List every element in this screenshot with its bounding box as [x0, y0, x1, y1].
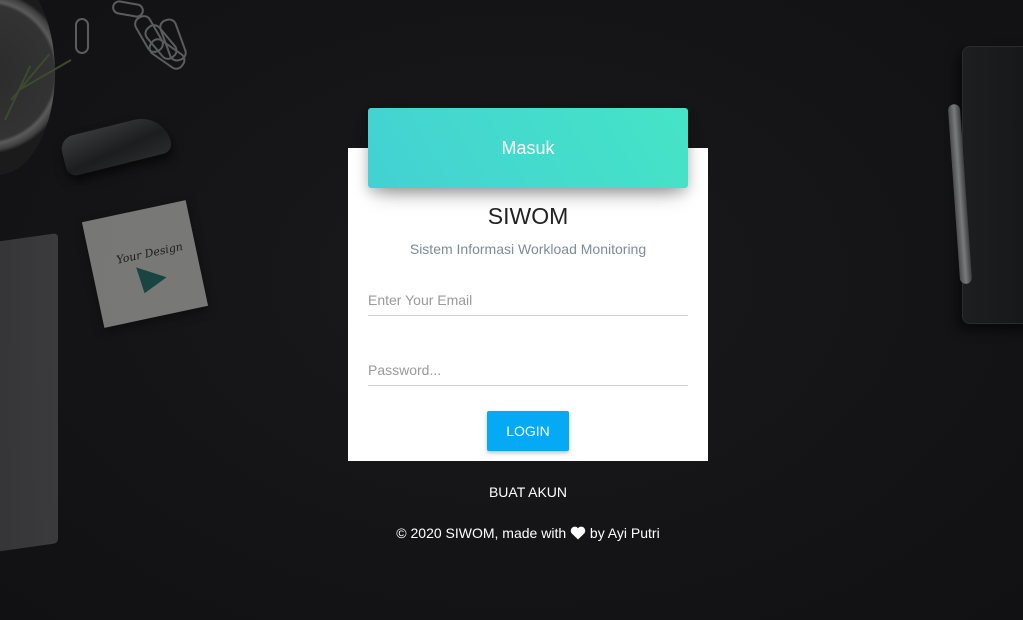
create-account-link[interactable]: BUAT AKUN — [348, 484, 708, 500]
plant-pot-decoration — [0, 0, 55, 175]
footer-suffix: by Ayi Putri — [589, 525, 660, 541]
notebook-decoration — [962, 46, 1023, 324]
password-field[interactable] — [368, 355, 688, 386]
login-page: Your Design Masuk SIWOM Sistem Informasi… — [0, 0, 1023, 620]
arrow-icon — [129, 267, 167, 299]
heart-icon — [570, 526, 586, 543]
footer-prefix: © 2020 SIWOM, made with — [396, 525, 567, 541]
sticky-note-text: Your Design — [115, 239, 184, 267]
app-title: SIWOM — [487, 203, 569, 229]
app-subtitle: Sistem Informasi Workload Monitoring — [409, 241, 647, 257]
footer: © 2020 SIWOM, made with by Ayi Putri — [328, 525, 728, 543]
stapler-decoration — [58, 112, 174, 178]
card-header: Masuk — [368, 108, 688, 188]
login-button[interactable]: LOGIN — [487, 411, 569, 451]
sticky-note-decoration: Your Design — [81, 200, 209, 328]
email-field[interactable] — [368, 285, 688, 316]
card-header-title: Masuk — [501, 137, 555, 158]
paper-stack-decoration — [0, 233, 58, 557]
